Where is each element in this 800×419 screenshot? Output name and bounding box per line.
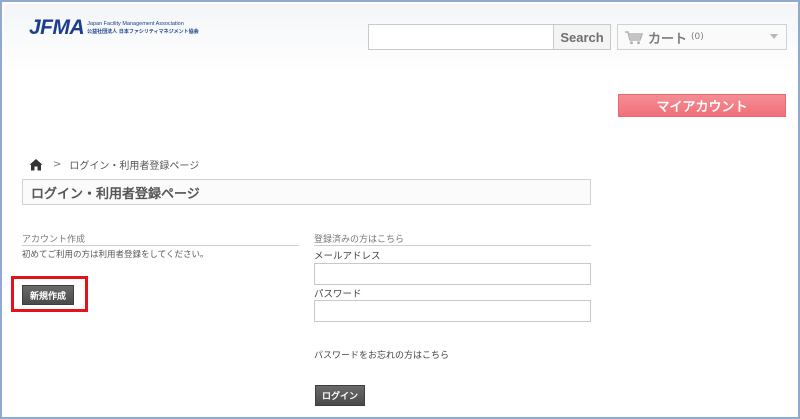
email-field[interactable] xyxy=(314,263,591,285)
logo-subtitle: Japan Facility Management Association 公益… xyxy=(87,18,198,38)
password-label: パスワード xyxy=(314,289,362,300)
create-account-button[interactable]: 新規作成 xyxy=(22,285,74,305)
cart-dropdown[interactable]: カート (0) xyxy=(617,24,787,50)
forgot-password-link[interactable]: パスワードをお忘れの方はこちら xyxy=(314,348,449,361)
cart-label: カート xyxy=(648,31,688,47)
breadcrumb-separator: > xyxy=(53,159,62,170)
my-account-button[interactable]: マイアカウント xyxy=(618,94,786,117)
logo-japanese-name: 公益社団法人 日本ファシリティマネジメント協会 xyxy=(87,29,199,35)
search-input[interactable] xyxy=(368,24,554,50)
search-button[interactable]: Search xyxy=(553,24,611,50)
logo-english-name: Japan Facility Management Association xyxy=(87,21,184,27)
email-label: メールアドレス xyxy=(314,251,381,262)
breadcrumb: > ログイン・利用者登録ページ xyxy=(29,157,199,172)
page-frame: JFMA Japan Facility Management Associati… xyxy=(0,0,800,419)
cart-count: (0) xyxy=(691,32,704,42)
page-title: ログイン・利用者登録ページ xyxy=(22,179,591,205)
login-button[interactable]: ログイン xyxy=(315,385,365,406)
cart-icon xyxy=(624,29,646,45)
logo-mark: JFMA xyxy=(29,16,85,39)
create-account-description: 初めてご利用の方は利用者登録をしてください。 xyxy=(22,250,209,260)
password-field[interactable] xyxy=(314,300,591,322)
create-account-heading: アカウント作成 xyxy=(22,235,86,245)
home-icon[interactable] xyxy=(29,158,43,171)
divider xyxy=(314,245,591,246)
divider xyxy=(22,245,299,246)
site-logo[interactable]: JFMA Japan Facility Management Associati… xyxy=(29,14,199,38)
registered-heading: 登録済みの方はこちら xyxy=(314,235,405,245)
chevron-down-icon xyxy=(770,34,778,39)
breadcrumb-current: ログイン・利用者登録ページ xyxy=(69,161,200,172)
